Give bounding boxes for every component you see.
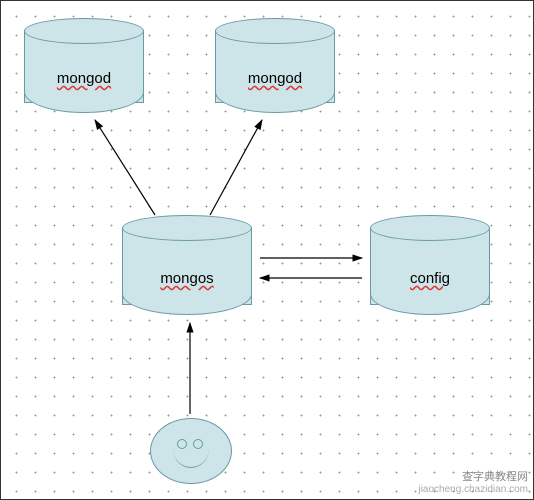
face-eye-icon <box>193 439 203 449</box>
node-mongod-2-label: mongod <box>215 70 335 87</box>
node-mongod-1-label: mongod <box>24 70 144 87</box>
node-config: config <box>370 215 490 315</box>
node-mongos-label: mongos <box>122 270 252 287</box>
node-client <box>150 418 232 484</box>
face-eye-icon <box>177 439 187 449</box>
node-mongod-2: mongod <box>215 18 335 113</box>
watermark-line1: 查字典教程网 <box>418 471 528 484</box>
node-config-label: config <box>370 270 490 287</box>
node-mongod-1: mongod <box>24 18 144 113</box>
face-smile-icon <box>173 449 209 468</box>
watermark-line2: jiaocheng.chazidian.com <box>418 484 528 496</box>
watermark: 查字典教程网 jiaocheng.chazidian.com <box>418 471 528 496</box>
node-mongos: mongos <box>122 215 252 315</box>
